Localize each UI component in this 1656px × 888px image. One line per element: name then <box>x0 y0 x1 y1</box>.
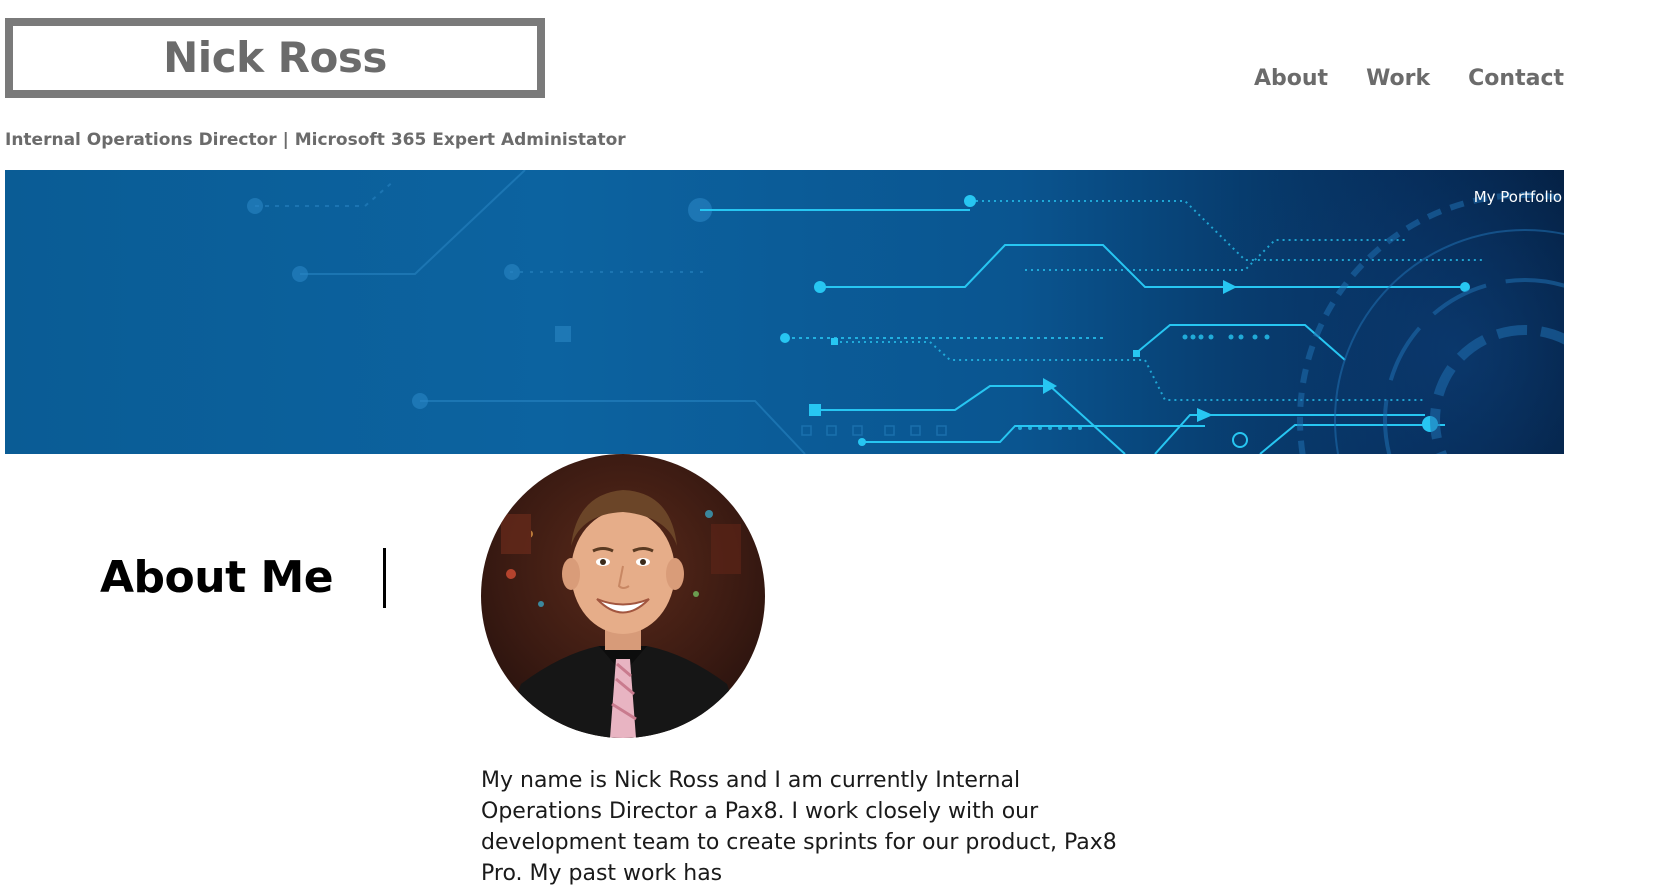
person-portrait <box>501 490 745 738</box>
profile-photo <box>481 454 765 738</box>
site-logo[interactable]: Nick Ross <box>5 18 545 98</box>
page: Nick Ross Internal Operations Director |… <box>0 0 1656 888</box>
hero-banner: My Portfolio <box>5 170 1564 454</box>
portfolio-label: My Portfolio <box>1473 188 1562 206</box>
about-heading: About Me <box>100 552 334 603</box>
main-nav: About Work Contact <box>1254 66 1564 91</box>
heading-divider <box>383 548 386 608</box>
nav-link-work[interactable]: Work <box>1366 66 1430 91</box>
bio-text: My name is Nick Ross and I am currently … <box>481 768 1117 886</box>
logo-text: Nick Ross <box>163 33 387 82</box>
nav-link-contact[interactable]: Contact <box>1468 66 1564 91</box>
circuit-board-graphic <box>247 170 1564 454</box>
site-tagline: Internal Operations Director | Microsoft… <box>5 130 626 150</box>
nav-link-about[interactable]: About <box>1254 66 1328 91</box>
